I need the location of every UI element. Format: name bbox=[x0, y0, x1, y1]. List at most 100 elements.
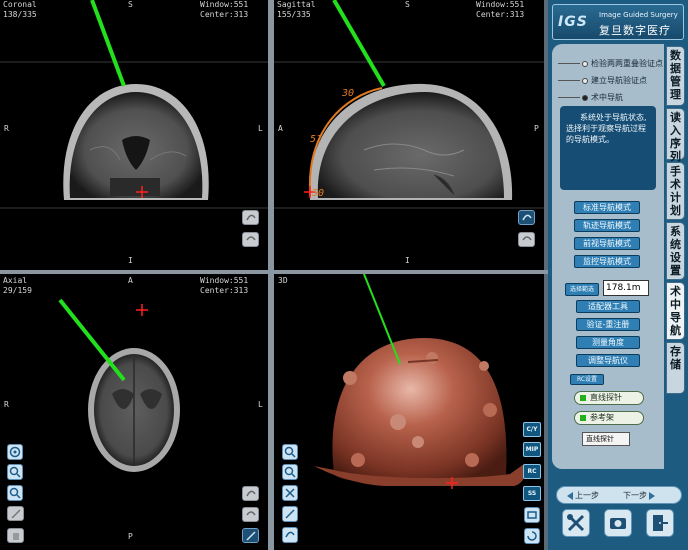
axial-flip-button[interactable] bbox=[242, 507, 259, 522]
exit-button[interactable] bbox=[646, 509, 674, 537]
sagittal-center: Center:313 bbox=[476, 10, 525, 19]
coronal-name: Coronal bbox=[3, 0, 37, 9]
vertical-divider[interactable] bbox=[268, 0, 274, 550]
mode-trajectory-button[interactable]: 轨迹导航模式 bbox=[574, 219, 640, 232]
camera-icon bbox=[610, 518, 626, 529]
flip-icon bbox=[522, 236, 532, 241]
axial-zoom-out-button[interactable] bbox=[7, 485, 23, 501]
volume-probe-button[interactable] bbox=[282, 506, 298, 522]
logo-cn: 复旦数字医疗 bbox=[599, 24, 671, 37]
straight-probe-label: 直线探针 bbox=[590, 393, 622, 402]
rotate-icon bbox=[246, 214, 256, 221]
axial-window: Window:551 bbox=[200, 276, 249, 285]
mode-standard-button[interactable]: 标准导航模式 bbox=[574, 201, 640, 214]
capture-button[interactable] bbox=[604, 509, 632, 537]
render-mip-button[interactable]: MIP bbox=[523, 442, 541, 457]
flip-icon bbox=[246, 511, 256, 516]
axial-tool-b-button[interactable] bbox=[7, 528, 24, 543]
arrow-left-icon bbox=[567, 491, 573, 500]
viewport-3d[interactable]: 3D C/Y MIP RC SS bbox=[274, 274, 544, 550]
viewport-axial[interactable]: Axial 29/159 Window:551 Center:313 A P R… bbox=[0, 274, 268, 550]
rotate-icon bbox=[522, 214, 532, 221]
radio-selected-icon bbox=[582, 94, 588, 101]
flip-icon bbox=[246, 236, 256, 241]
tab-read-series[interactable]: 读入序列 bbox=[666, 108, 685, 163]
render-rc-button[interactable]: RC bbox=[523, 464, 541, 479]
tools-button[interactable] bbox=[562, 509, 590, 537]
axial-orient-top: A bbox=[128, 276, 133, 285]
volume-rotate-button[interactable] bbox=[282, 527, 298, 543]
sagittal-mark-50: 50 bbox=[312, 188, 325, 199]
next-step-label: 下一步 bbox=[623, 491, 647, 500]
tab-system-settings[interactable]: 系统设置 bbox=[666, 222, 685, 280]
volume-name: 3D bbox=[278, 276, 288, 285]
coronal-orient-bottom: I bbox=[128, 256, 133, 265]
option-check-points[interactable]: 检验两两重叠验证点 bbox=[558, 58, 663, 69]
straight-probe-toggle[interactable]: 直线探针 bbox=[574, 391, 644, 405]
axial-target-button[interactable] bbox=[7, 444, 23, 460]
line-icon bbox=[246, 531, 256, 541]
prev-step-label: 上一步 bbox=[575, 491, 599, 500]
tab-surgery-plan[interactable]: 手术计划 bbox=[666, 162, 685, 220]
render-cut-button[interactable] bbox=[524, 507, 540, 523]
next-step-button[interactable]: 下一步 bbox=[623, 490, 655, 501]
scissors-icon bbox=[285, 488, 295, 498]
axial-orient-bottom: P bbox=[128, 532, 133, 541]
option-navigation[interactable]: 术中导航 bbox=[558, 92, 623, 103]
radio-icon bbox=[582, 77, 588, 84]
coronal-rotate-button[interactable] bbox=[242, 210, 259, 225]
adapter-tool-button[interactable]: 适配器工具 bbox=[576, 300, 640, 313]
probe-status-icon bbox=[580, 394, 586, 401]
rotate-icon bbox=[246, 490, 256, 497]
mode-forward-button[interactable]: 前视导航模式 bbox=[574, 237, 640, 250]
sagittal-rotate-button[interactable] bbox=[518, 210, 535, 225]
tab-data-management[interactable]: 数据管理 bbox=[666, 46, 685, 106]
coronal-orient-right: L bbox=[258, 124, 263, 133]
volume-cut-button[interactable] bbox=[282, 485, 298, 501]
arrow-right-icon bbox=[649, 491, 655, 500]
range-input[interactable]: 178.1m bbox=[603, 280, 649, 296]
viewport-sagittal[interactable]: Sagittal 155/335 Window:551 Center:313 S… bbox=[274, 0, 544, 270]
tab-intraop-navigation[interactable]: 术中导航 bbox=[666, 282, 685, 340]
render-ss-button[interactable]: SS bbox=[523, 486, 541, 501]
render-reset-button[interactable] bbox=[524, 528, 540, 544]
exit-door-icon bbox=[653, 515, 668, 531]
axial-slice: 29/159 bbox=[3, 286, 32, 295]
panel-content: 检验两两重叠验证点 建立导航验证点 术中导航 系统处于导航状态,选择利于观察导航… bbox=[552, 44, 664, 469]
probe-select[interactable]: 直线探针 bbox=[582, 432, 630, 446]
axial-line-button[interactable] bbox=[242, 528, 259, 543]
horizontal-divider[interactable] bbox=[0, 270, 548, 274]
prev-step-button[interactable]: 上一步 bbox=[567, 490, 599, 501]
sagittal-orient-left: A bbox=[278, 124, 283, 133]
frame-status-icon bbox=[580, 414, 586, 421]
coronal-center: Center:313 bbox=[200, 10, 249, 19]
hand-icon bbox=[13, 533, 19, 540]
axial-orient-left: R bbox=[4, 400, 9, 409]
volume-zoom-in-button[interactable] bbox=[282, 444, 298, 460]
mode-monitor-button[interactable]: 监控导航模式 bbox=[574, 255, 640, 268]
cut-icon bbox=[527, 511, 537, 519]
option-build-points[interactable]: 建立导航验证点 bbox=[558, 75, 647, 86]
radio-icon bbox=[582, 60, 588, 67]
measure-angle-button[interactable]: 测量角度 bbox=[576, 336, 640, 349]
adjust-navigator-button[interactable]: 调整导航仪 bbox=[576, 354, 640, 367]
render-cy-button[interactable]: C/Y bbox=[523, 422, 541, 437]
sagittal-orient-bottom: I bbox=[405, 256, 410, 265]
sagittal-flip-button[interactable] bbox=[518, 232, 535, 247]
viewport-coronal[interactable]: Coronal 138/335 Window:551 Center:313 S … bbox=[0, 0, 268, 270]
volume-zoom-out-button[interactable] bbox=[282, 464, 298, 480]
sagittal-name: Sagittal bbox=[277, 0, 316, 9]
verify-reregister-button[interactable]: 验证-重注册 bbox=[576, 318, 640, 331]
reference-frame-toggle[interactable]: 参考架 bbox=[574, 411, 644, 425]
target-icon bbox=[9, 446, 21, 458]
rc-settings-button[interactable]: RC设置 bbox=[570, 374, 604, 385]
axial-zoom-in-button[interactable] bbox=[7, 464, 23, 480]
tab-storage[interactable]: 存储 bbox=[666, 342, 685, 394]
coronal-flip-button[interactable] bbox=[242, 232, 259, 247]
axial-center: Center:313 bbox=[200, 286, 249, 295]
axial-rotate-button[interactable] bbox=[242, 486, 259, 501]
sagittal-orient-right: P bbox=[534, 124, 539, 133]
status-info: 系统处于导航状态,选择利于观察导航过程的导航模式。 bbox=[560, 106, 656, 190]
axial-tool-a-button[interactable] bbox=[7, 506, 24, 521]
step-nav: 上一步 下一步 bbox=[556, 486, 682, 504]
